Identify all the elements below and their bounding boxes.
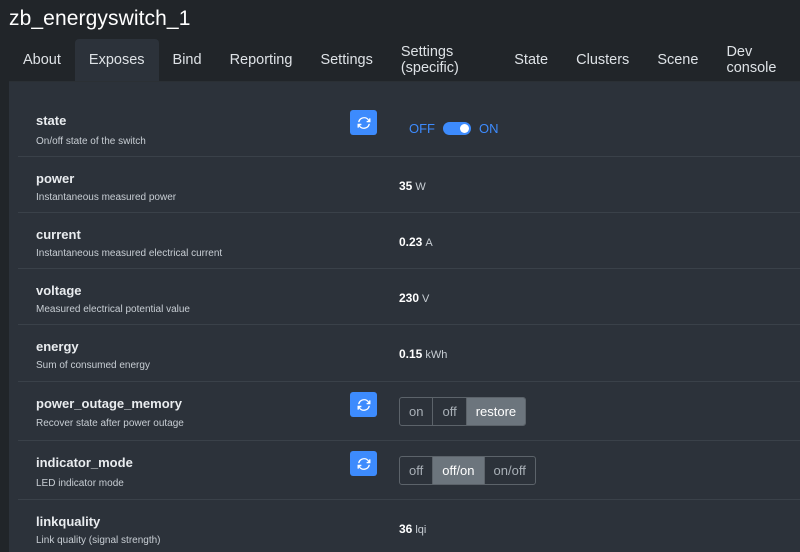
tab-settings[interactable]: Settings (306, 39, 386, 81)
state-switch-group: OFF ON (409, 121, 499, 136)
tab-settings-specific[interactable]: Settings (specific) (387, 39, 500, 81)
device-title: zb_energyswitch_1 (9, 7, 191, 30)
expose-description: Instantaneous measured power (36, 192, 177, 203)
linkquality-value: 36 lqi (399, 522, 427, 536)
tab-bind[interactable]: Bind (159, 39, 216, 81)
state-off-label[interactable]: OFF (409, 121, 435, 136)
expose-row-indicator-mode: indicator_mode LED indicator mode off of… (18, 441, 800, 500)
expose-description: Sum of consumed energy (36, 360, 150, 371)
tab-exposes[interactable]: Exposes (74, 39, 159, 81)
option-off[interactable]: off (400, 457, 434, 484)
refresh-icon (357, 457, 370, 470)
expose-row-voltage: voltage Measured electrical potential va… (18, 269, 800, 325)
refresh-icon (357, 116, 370, 129)
expose-row-power: power Instantaneous measured power 35 W (18, 157, 800, 213)
expose-description: Recover state after power outage (36, 418, 184, 429)
tab-state[interactable]: State (500, 39, 562, 81)
tab-clusters[interactable]: Clusters (562, 39, 643, 81)
option-on-off[interactable]: on/off (485, 457, 535, 484)
option-restore[interactable]: restore (466, 398, 526, 425)
tab-bar: About Exposes Bind Reporting Settings Se… (9, 39, 800, 82)
energy-value: 0.15 kWh (399, 347, 448, 361)
expose-description: On/off state of the switch (36, 136, 146, 147)
expose-name: linkquality (36, 514, 101, 529)
tab-dev-console[interactable]: Dev console (712, 39, 800, 81)
tab-about[interactable]: About (9, 39, 75, 81)
expose-name: power_outage_memory (36, 396, 182, 411)
exposes-panel: state On/off state of the switch OFF ON … (9, 82, 800, 552)
expose-row-current: current Instantaneous measured electrica… (18, 213, 800, 269)
expose-description: Link quality (signal strength) (36, 535, 161, 546)
power-outage-memory-options: on off restore (399, 397, 527, 426)
indicator-mode-options: off off/on on/off (399, 456, 536, 485)
expose-name: indicator_mode (36, 455, 133, 470)
expose-description: Instantaneous measured electrical curren… (36, 248, 223, 259)
option-on[interactable]: on (400, 398, 434, 425)
state-on-label[interactable]: ON (479, 121, 499, 136)
expose-name: voltage (36, 283, 82, 298)
toggle-knob (460, 124, 469, 133)
refresh-power-outage-memory-button[interactable] (350, 392, 377, 417)
refresh-indicator-mode-button[interactable] (350, 451, 377, 476)
expose-row-energy: energy Sum of consumed energy 0.15 kWh (18, 325, 800, 382)
expose-row-state: state On/off state of the switch OFF ON (18, 100, 800, 157)
option-off[interactable]: off (433, 398, 467, 425)
state-toggle[interactable] (443, 122, 471, 135)
current-value: 0.23 A (399, 235, 433, 249)
expose-row-power-outage-memory: power_outage_memory Recover state after … (18, 382, 800, 441)
expose-name: current (36, 227, 81, 242)
tab-reporting[interactable]: Reporting (216, 39, 307, 81)
expose-description: LED indicator mode (36, 478, 124, 489)
voltage-value: 230 V (399, 291, 430, 305)
expose-name: power (36, 171, 75, 186)
option-off-on[interactable]: off/on (433, 457, 485, 484)
expose-name: state (36, 113, 67, 128)
refresh-icon (357, 398, 370, 411)
power-value: 35 W (399, 179, 426, 193)
expose-description: Measured electrical potential value (36, 304, 190, 315)
refresh-state-button[interactable] (350, 110, 377, 135)
expose-name: energy (36, 339, 79, 354)
expose-row-linkquality: linkquality Link quality (signal strengt… (18, 500, 800, 552)
tab-scene[interactable]: Scene (643, 39, 712, 81)
